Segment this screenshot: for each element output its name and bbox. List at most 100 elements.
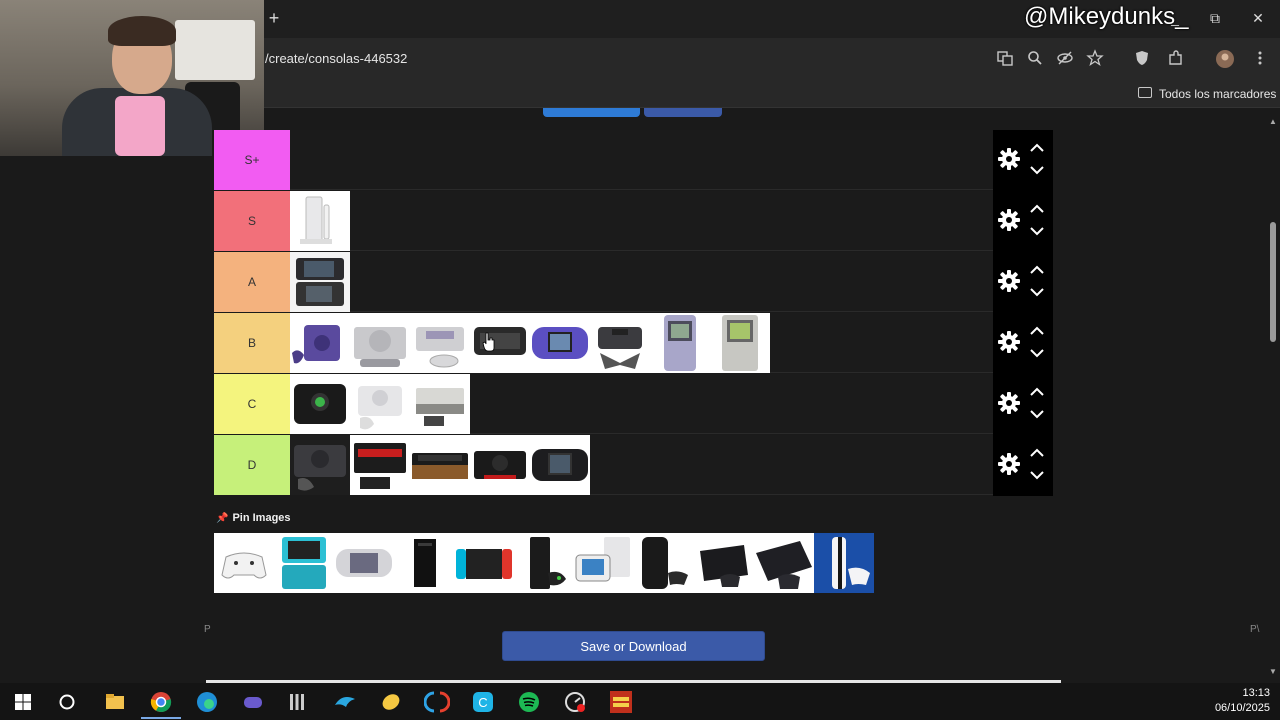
tier-drop-zone[interactable] (290, 130, 993, 190)
console-image-wii[interactable] (290, 191, 350, 251)
shield-icon[interactable] (1132, 49, 1152, 69)
chevron-up-icon[interactable] (1029, 202, 1045, 216)
cemu-app-icon[interactable]: C (470, 689, 496, 715)
console-image-md[interactable] (470, 435, 530, 495)
console-image-gc[interactable] (290, 313, 350, 373)
pinned-image-psp[interactable] (334, 533, 394, 593)
dolphin-emulator-icon[interactable] (332, 689, 358, 715)
pinned-image-xsx[interactable] (394, 533, 454, 593)
pinned-image-ps4[interactable] (694, 533, 754, 593)
menu-kebab-icon[interactable] (1250, 49, 1270, 69)
yuzu-emulator-icon[interactable] (423, 689, 451, 715)
tier-drop-zone[interactable] (290, 435, 993, 495)
windows-start-icon[interactable] (10, 689, 36, 715)
hand-cursor-icon (482, 332, 495, 352)
console-image-ds[interactable] (290, 252, 350, 312)
bookmarks-folder-label[interactable]: Todos los marcadores (1159, 86, 1276, 102)
extensions-icon[interactable] (1166, 49, 1186, 69)
pinned-image-3ds[interactable] (274, 533, 334, 593)
chevron-up-icon[interactable] (1029, 385, 1045, 399)
chevron-up-icon[interactable] (1029, 446, 1045, 460)
spotify-icon[interactable] (516, 689, 542, 715)
pinned-image-x360[interactable] (514, 533, 574, 593)
vertical-scrollbar-thumb[interactable] (1270, 222, 1276, 342)
console-image-gba[interactable] (530, 313, 590, 373)
console-image-saturn[interactable] (290, 435, 350, 495)
tier-label[interactable]: D (214, 435, 290, 495)
gamepad-app-icon[interactable] (240, 689, 266, 715)
translate-icon[interactable] (995, 49, 1015, 69)
gear-icon[interactable] (997, 452, 1021, 476)
gear-icon[interactable] (997, 330, 1021, 354)
tier-controls (993, 191, 1053, 252)
console-image-n64[interactable] (590, 313, 650, 373)
console-image-nes[interactable] (410, 374, 470, 434)
pinned-image-ps5[interactable] (814, 533, 874, 593)
console-image-snes[interactable] (410, 313, 470, 373)
pinned-image-xone[interactable] (214, 533, 274, 593)
tier-label[interactable]: A (214, 252, 290, 312)
tier-label[interactable]: S (214, 191, 290, 251)
tier-drop-zone[interactable] (290, 252, 993, 312)
gear-icon[interactable] (997, 208, 1021, 232)
chevron-down-icon[interactable] (1029, 224, 1045, 238)
top-action-button-2[interactable] (644, 108, 722, 117)
right-side-mark: P\ (1250, 624, 1260, 635)
webcam-person-shirt (115, 96, 165, 156)
console-image-dc[interactable] (350, 374, 410, 434)
tier-label[interactable]: B (214, 313, 290, 373)
gear-icon[interactable] (997, 391, 1021, 415)
scroll-down-arrow-icon[interactable]: ▼ (1268, 668, 1278, 676)
scroll-up-arrow-icon[interactable]: ▲ (1268, 118, 1278, 126)
chevron-up-icon[interactable] (1029, 263, 1045, 277)
chevron-down-icon[interactable] (1029, 346, 1045, 360)
tier-controls (993, 130, 1053, 191)
pinned-image-wiiu[interactable] (574, 533, 634, 593)
console-image-sms[interactable] (350, 435, 410, 495)
new-tab-button[interactable]: + (266, 8, 282, 28)
console-image-gb[interactable] (710, 313, 770, 373)
pinned-image-switch[interactable] (454, 533, 514, 593)
streamer-watermark: @Mikeydunks_ (1024, 3, 1189, 30)
tier-drop-zone[interactable] (290, 313, 993, 373)
console-image-atari[interactable] (410, 435, 470, 495)
tier-drop-zone[interactable] (290, 191, 993, 251)
console-image-vb[interactable] (470, 313, 530, 373)
chevron-down-icon[interactable] (1029, 285, 1045, 299)
tier-label[interactable]: S+ (214, 130, 290, 190)
chrome-icon[interactable] (141, 689, 181, 719)
bookmark-star-icon[interactable] (1085, 49, 1105, 69)
close-window-button[interactable]: ✕ (1249, 9, 1267, 27)
search-circle-icon[interactable] (54, 689, 80, 715)
pinned-image-ps2[interactable] (754, 533, 814, 593)
profile-avatar[interactable] (1215, 49, 1235, 69)
console-image-xbox[interactable] (290, 374, 350, 434)
gear-icon[interactable] (997, 269, 1021, 293)
tier-label[interactable]: C (214, 374, 290, 434)
edge-icon[interactable] (194, 689, 220, 715)
url-field[interactable]: /create/consolas-446532 (265, 50, 407, 68)
console-image-ps1[interactable] (350, 313, 410, 373)
chevron-up-icon[interactable] (1029, 324, 1045, 338)
folder-icon[interactable] (1138, 87, 1152, 98)
system-clock[interactable]: 13:13 06/10/2025 (1215, 686, 1270, 716)
restore-button[interactable]: ⧉ (1206, 9, 1224, 27)
chevron-up-icon[interactable] (1029, 141, 1045, 155)
mega-bonk-icon[interactable] (608, 689, 634, 715)
file-explorer-icon[interactable] (102, 689, 128, 715)
tools-app-icon[interactable] (284, 689, 310, 715)
pinned-image-ps3[interactable] (634, 533, 694, 593)
performance-app-icon[interactable] (562, 689, 588, 715)
top-action-button-1[interactable] (543, 108, 640, 117)
gear-icon[interactable] (997, 147, 1021, 171)
chevron-down-icon[interactable] (1029, 407, 1045, 421)
tier-drop-zone[interactable] (290, 374, 993, 434)
zoom-icon[interactable] (1025, 49, 1045, 69)
console-image-gg[interactable] (530, 435, 590, 495)
eye-off-icon[interactable] (1055, 49, 1075, 69)
chevron-down-icon[interactable] (1029, 163, 1045, 177)
chevron-down-icon[interactable] (1029, 468, 1045, 482)
lemon-app-icon[interactable] (378, 689, 404, 715)
console-image-gbc[interactable] (650, 313, 710, 373)
save-download-button[interactable]: Save or Download (502, 631, 765, 661)
